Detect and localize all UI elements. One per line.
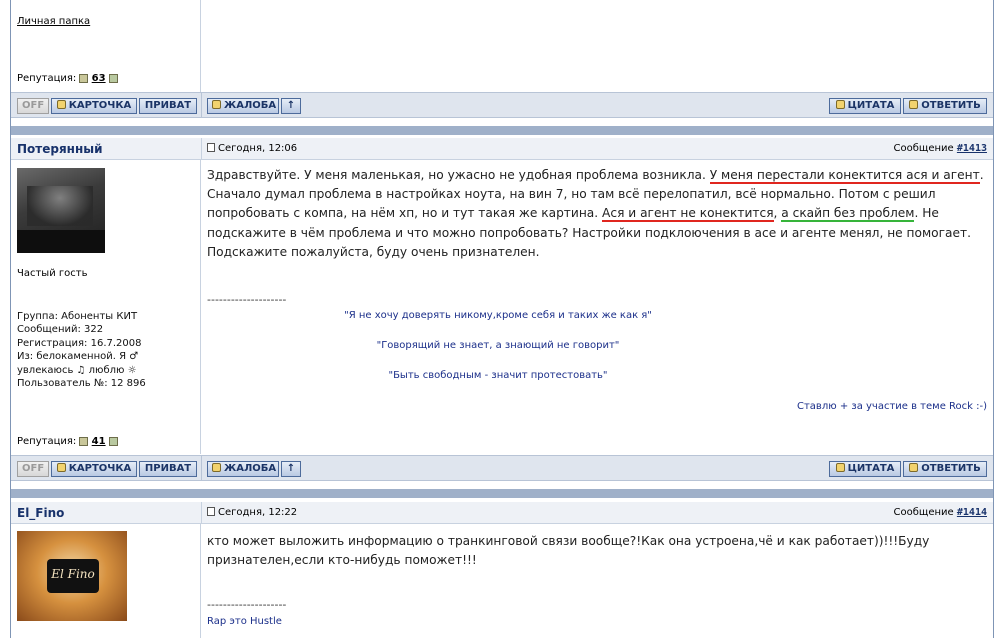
post-body: кто может выложить информацию о транкинг… [207,534,930,568]
user-icon [56,463,66,472]
post-body: Здравствуйте. У меня маленькая, но ужасн… [207,166,985,262]
reply-button[interactable]: ОТВЕТИТЬ [903,98,987,114]
post-date: Сегодня, 12:06 [207,143,297,154]
plus-icon [835,463,845,472]
avatar[interactable] [17,168,105,253]
post-date-text: Сегодня, 12:06 [218,143,298,154]
warning-icon [212,463,221,472]
user-info: Группа: Абоненты КИТ Сообщений: 322 Реги… [17,310,146,390]
post-text-highlight: а скайп без проблем [781,206,915,223]
plus-icon [835,100,845,109]
user-rank: Частый гость [17,268,88,279]
post-number: Сообщение #1414 [894,507,987,518]
reply-button-label: ОТВЕТИТЬ [921,100,981,111]
user-icon [56,100,66,109]
post-number-label: Сообщение [893,507,954,518]
post-text-highlight: У меня перестали конектится ася и агент [709,168,980,184]
post-number-link[interactable]: #1414 [957,507,987,518]
reputation-label: Репутация: [17,73,77,84]
reply-button[interactable]: ОТВЕТИТЬ [903,461,987,477]
reputation-label: Репутация: [17,436,77,447]
post-text: Здравствуйте. У меня маленькая, но ужасн… [207,168,710,182]
post-icon [207,507,215,516]
user-from: Из: белокаменной. Я ♂ [17,351,139,363]
post-number-label: Сообщение [893,143,954,154]
reputation-plus-icon[interactable] [108,73,118,83]
reply-button-label: ОТВЕТИТЬ [921,463,981,474]
post-separator [11,489,993,498]
complaint-button[interactable]: ЖАЛОБА [207,98,279,114]
post-number-link[interactable]: #1413 [957,143,987,154]
post-user-panel: El Fino [11,524,201,638]
signature-line: "Говорящий не знает, а знающий не говори… [376,340,620,351]
card-button[interactable]: КАРТОЧКА [51,461,137,477]
quote-button[interactable]: ЦИТАТА [829,461,901,477]
post-buttons-bar: OFF КАРТОЧКА ПРИВАТ ЖАЛОБА ↑ ЦИТАТА ОТВЕ… [11,92,993,118]
post-header: Потерянный Сегодня, 12:06 Сообщение #141… [11,138,993,160]
card-button-label: КАРТОЧКА [68,463,132,474]
quote-button-label: ЦИТАТА [847,100,895,111]
scroll-up-button[interactable]: ↑ [281,98,301,114]
private-button[interactable]: ПРИВАТ [139,98,197,114]
card-button-label: КАРТОЧКА [68,100,132,111]
signature-divider: -------------------- [207,598,287,611]
forum-frame: Личная папка Репутация: 63 OFF КАРТОЧКА … [10,0,994,638]
user-registered: Регистрация: 16.7.2008 [17,337,142,349]
complaint-button-label: ЖАЛОБА [224,463,277,474]
signature-line: Ставлю + за участие в теме Rock :-) [797,401,987,412]
post-icon [207,143,215,152]
scroll-up-button[interactable]: ↑ [281,461,301,477]
card-button[interactable]: КАРТОЧКА [51,98,137,114]
private-button[interactable]: ПРИВАТ [139,461,197,477]
avatar-text: El Fino [51,567,95,581]
reputation-minus-icon[interactable] [79,73,89,83]
reputation-minus-icon[interactable] [79,436,89,446]
post-text-highlight: Ася и агент не конектится [602,206,774,223]
reputation-value[interactable]: 41 [92,436,106,447]
signature-line: Rap это Hustle [207,616,282,627]
reputation-value[interactable]: 63 [92,73,106,84]
post-date-text: Сегодня, 12:22 [218,507,298,518]
reply-icon [909,100,919,109]
post-author[interactable]: El_Fino [17,506,64,520]
post-reputation: Репутация: 41 [17,436,118,447]
signature-divider: -------------------- [207,293,287,306]
prev-reputation: Репутация: 63 [17,73,118,84]
off-button[interactable]: OFF [17,98,49,114]
complaint-button-label: ЖАЛОБА [224,100,277,111]
post-author[interactable]: Потерянный [17,142,103,156]
reputation-plus-icon[interactable] [108,436,118,446]
post-number: Сообщение #1413 [894,143,987,154]
avatar[interactable]: El Fino [17,531,127,621]
post-date: Сегодня, 12:22 [207,507,297,518]
user-likes: увлекаюсь ♫ люблю ☼ [17,364,137,376]
signature-line: "Я не хочу доверять никому,кроме себя и … [344,310,652,321]
quote-button[interactable]: ЦИТАТА [829,98,901,114]
post-buttons-bar: OFF КАРТОЧКА ПРИВАТ ЖАЛОБА ↑ ЦИТАТА ОТВЕ… [11,455,993,481]
post-header: El_Fino Сегодня, 12:22 Сообщение #1414 [11,502,993,524]
warning-icon [212,100,221,109]
reply-icon [909,463,919,472]
signature-line: "Быть свободным - значит протестовать" [388,370,608,381]
complaint-button[interactable]: ЖАЛОБА [207,461,279,477]
user-group: Группа: Абоненты КИТ [17,311,138,322]
post-user-panel: Частый гость Группа: Абоненты КИТ Сообще… [11,160,201,454]
user-number: Пользователь №: 12 896 [17,378,146,390]
post-separator [11,126,993,135]
user-messages: Сообщений: 322 [17,324,104,336]
off-button[interactable]: OFF [17,461,49,477]
quote-button-label: ЦИТАТА [847,463,895,474]
personal-folder-link[interactable]: Личная папка [17,16,90,27]
